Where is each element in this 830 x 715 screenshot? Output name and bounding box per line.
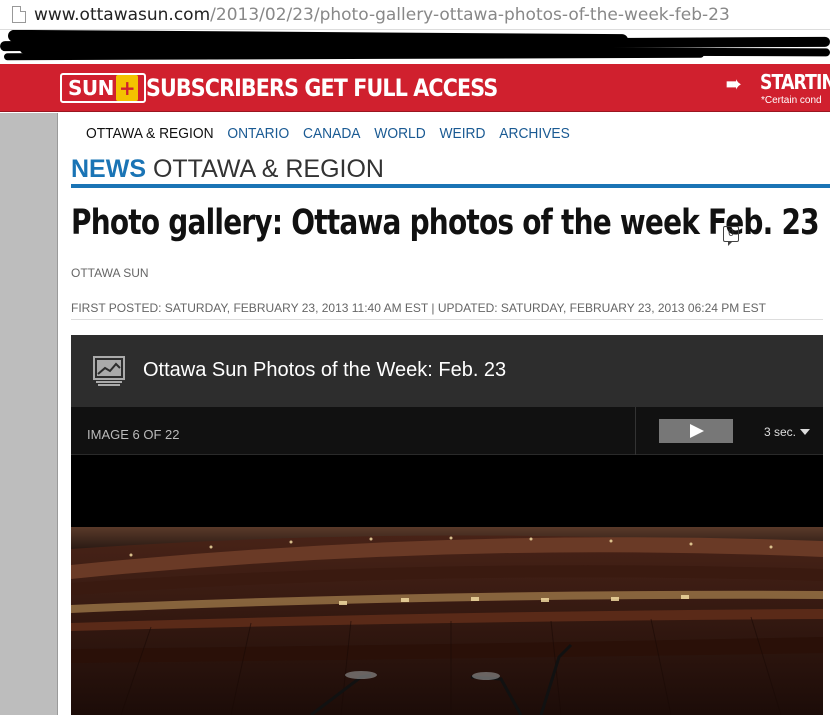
gallery-photo[interactable] [71, 527, 823, 715]
nav-item-world[interactable]: WORLD [374, 125, 425, 142]
redacted-toolbar [0, 30, 830, 64]
url-text[interactable]: www.ottawasun.com/2013/02/23/photo-galle… [34, 5, 730, 25]
section-divider [71, 184, 830, 188]
nav-item-canada[interactable]: CANADA [303, 125, 361, 142]
url-path: /2013/02/23/photo-gallery-ottawa-photos-… [210, 5, 730, 25]
url-host: www.ottawasun.com [34, 5, 211, 25]
speed-select[interactable]: 3 sec. [764, 425, 811, 439]
page-icon [12, 6, 26, 23]
play-button[interactable] [659, 419, 733, 443]
promo-starting-text: STARTING [760, 70, 830, 94]
photo-gallery: Ottawa Sun Photos of the Week: Feb. 23 I… [71, 335, 823, 715]
article-byline: OTTAWA SUN [71, 266, 149, 280]
image-counter: IMAGE 6 OF 22 [87, 427, 180, 442]
controls-divider [635, 407, 636, 455]
promo-note: *Certain cond [761, 95, 822, 106]
sun-plus-logo[interactable]: SUN + [60, 73, 147, 103]
browser-address-bar[interactable]: www.ottawasun.com/2013/02/23/photo-galle… [0, 0, 830, 30]
nav-item-ontario[interactable]: ONTARIO [227, 125, 289, 142]
promo-text: SUBSCRIBERS GET FULL ACCESS [146, 74, 498, 102]
article-dateline: FIRST POSTED: SATURDAY, FEBRUARY 23, 201… [71, 301, 766, 315]
section-nav: OTTAWA & REGION ONTARIO CANADA WORLD WEI… [86, 125, 570, 142]
gallery-controls: IMAGE 6 OF 22 3 sec. [71, 407, 823, 455]
dateline-divider [71, 319, 823, 320]
left-gutter [0, 113, 58, 715]
nav-item-ottawa-region[interactable]: OTTAWA & REGION [86, 125, 214, 142]
section-region-label: OTTAWA & REGION [152, 155, 384, 183]
gallery-header: Ottawa Sun Photos of the Week: Feb. 23 [71, 335, 823, 407]
subscriber-banner[interactable]: SUN + SUBSCRIBERS GET FULL ACCESS ➠ START… [0, 64, 830, 112]
section-title: NEWS OTTAWA & REGION [71, 155, 384, 184]
nav-item-weird[interactable]: WEIRD [439, 125, 485, 142]
section-news-label[interactable]: NEWS [71, 155, 146, 183]
arena-photo [71, 527, 823, 715]
gallery-title: Ottawa Sun Photos of the Week: Feb. 23 [143, 359, 507, 381]
photo-stack-icon [93, 356, 125, 386]
nav-item-archives[interactable]: ARCHIVES [499, 125, 570, 142]
comment-count-icon[interactable]: 0 [723, 226, 739, 246]
article-headline: Photo gallery: Ottawa photos of the week… [71, 203, 820, 243]
chevron-down-icon [800, 429, 811, 435]
arrow-right-icon: ➠ [726, 74, 742, 94]
